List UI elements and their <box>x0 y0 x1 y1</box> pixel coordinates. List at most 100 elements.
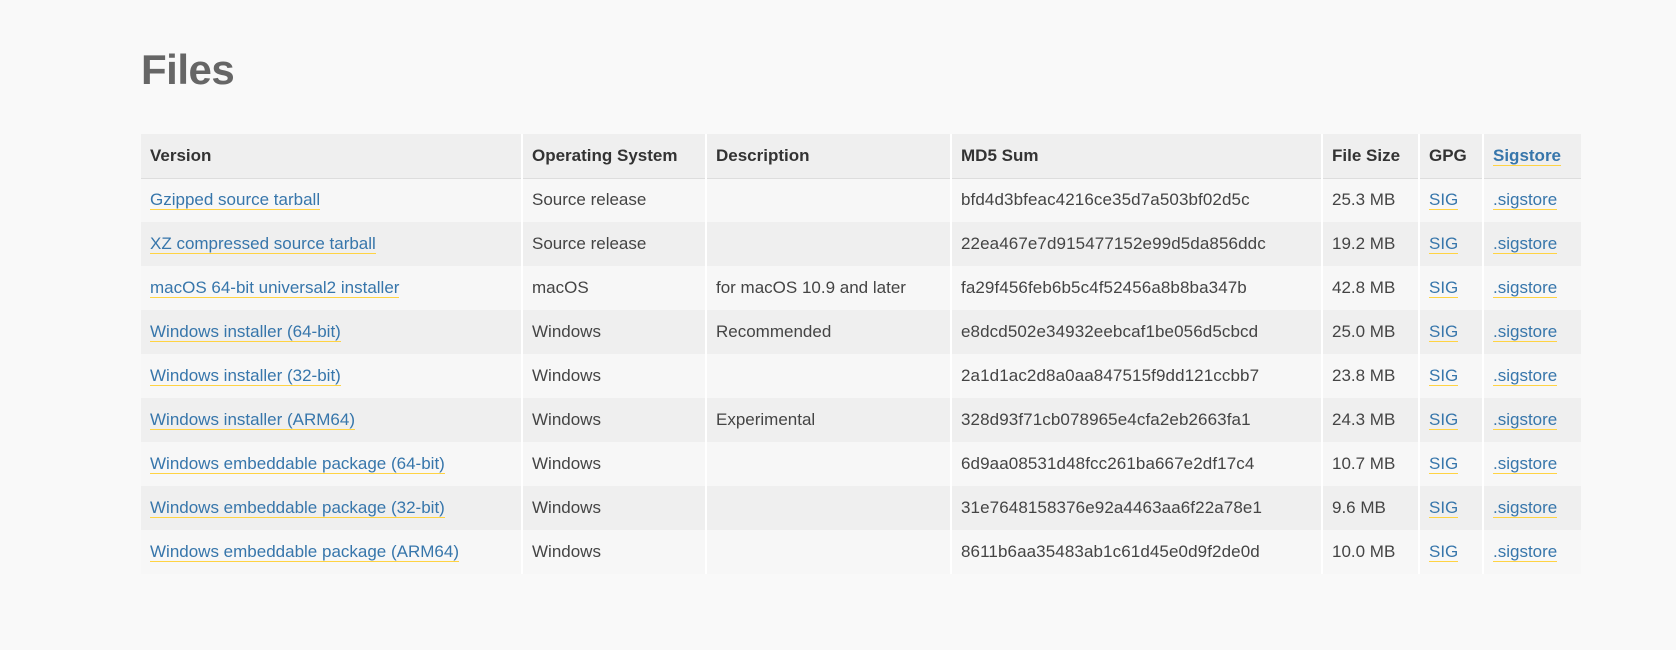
gpg-sig-cell: SIG <box>1419 442 1484 486</box>
file-size: 19.2 MB <box>1322 222 1420 266</box>
gpg-sig-cell: SIG <box>1419 530 1484 574</box>
gpg-sig-cell: SIG <box>1419 178 1484 222</box>
table-row: Windows embeddable package (64-bit) Windo… <box>141 442 1581 486</box>
gpg-sig-link[interactable]: SIG <box>1429 366 1459 386</box>
header-md5-sum: MD5 Sum <box>951 134 1323 179</box>
table-row: Windows installer (ARM64) Windows Experime… <box>141 398 1581 442</box>
gpg-sig-cell: SIG <box>1419 222 1484 266</box>
sigstore-link[interactable]: .sigstore <box>1493 234 1558 254</box>
description <box>706 486 952 530</box>
page-title: Files <box>141 46 235 93</box>
gpg-sig-link[interactable]: SIG <box>1429 410 1459 430</box>
file-size: 25.0 MB <box>1322 310 1420 354</box>
file-size: 10.0 MB <box>1322 530 1420 574</box>
version-windows-installer-arm64-cell: Windows installer (ARM64) <box>141 398 523 442</box>
description <box>706 178 952 222</box>
gpg-sig-link[interactable]: SIG <box>1429 498 1459 518</box>
md5-sum: bfd4d3bfeac4216ce35d7a503bf02d5c <box>951 178 1323 222</box>
sigstore-cell: .sigstore <box>1483 398 1581 442</box>
version-windows-embeddable-package-32-bit-link[interactable]: Windows embeddable package (32-bit) <box>150 498 445 518</box>
sigstore-cell: .sigstore <box>1483 354 1581 398</box>
version-windows-installer-64-bit-cell: Windows installer (64-bit) <box>141 310 523 354</box>
header-row: Version Operating System Description MD5… <box>141 134 1581 179</box>
version-windows-embeddable-package-64-bit-link[interactable]: Windows embeddable package (64-bit) <box>150 454 445 474</box>
gpg-sig-cell: SIG <box>1419 486 1484 530</box>
file-size: 24.3 MB <box>1322 398 1420 442</box>
md5-sum: 22ea467e7d915477152e99d5da856ddc <box>951 222 1323 266</box>
gpg-sig-link[interactable]: SIG <box>1429 190 1459 211</box>
sigstore-link[interactable]: .sigstore <box>1493 190 1558 211</box>
header-sigstore: Sigstore <box>1483 134 1581 179</box>
sigstore-cell: .sigstore <box>1483 310 1581 354</box>
header-file-size: File Size <box>1322 134 1420 179</box>
version-gzipped-source-tarball-cell: Gzipped source tarball <box>141 178 523 222</box>
sigstore-link[interactable]: .sigstore <box>1493 366 1558 386</box>
version-xz-compressed-source-tarball-cell: XZ compressed source tarball <box>141 222 523 266</box>
gpg-sig-link[interactable]: SIG <box>1429 278 1459 298</box>
sigstore-cell: .sigstore <box>1483 178 1581 222</box>
table-body: Gzipped source tarball Source release bfd4… <box>141 178 1581 574</box>
header-gpg: GPG <box>1419 134 1484 179</box>
sigstore-cell: .sigstore <box>1483 530 1581 574</box>
version-windows-embeddable-package-arm64-link[interactable]: Windows embeddable package (ARM64) <box>150 542 459 562</box>
header-operating-system: Operating System <box>522 134 707 179</box>
version-windows-embeddable-package-64-bit-cell: Windows embeddable package (64-bit) <box>141 442 523 486</box>
version-windows-installer-32-bit-cell: Windows installer (32-bit) <box>141 354 523 398</box>
file-size: 9.6 MB <box>1322 486 1420 530</box>
operating-system: Windows <box>522 310 707 354</box>
md5-sum: e8dcd502e34932eebcaf1be056d5cbcd <box>951 310 1323 354</box>
md5-sum: 31e7648158376e92a4463aa6f22a78e1 <box>951 486 1323 530</box>
version-macos-64-bit-universal2-installer-link[interactable]: macOS 64-bit universal2 installer <box>150 278 400 298</box>
gpg-sig-link[interactable]: SIG <box>1429 542 1459 562</box>
header-description: Description <box>706 134 952 179</box>
sigstore-link[interactable]: .sigstore <box>1493 410 1558 430</box>
table-row: XZ compressed source tarball Source relea… <box>141 222 1581 266</box>
table-row: macOS 64-bit universal2 installer macOS fo… <box>141 266 1581 310</box>
description: Experimental <box>706 398 952 442</box>
gpg-sig-link[interactable]: SIG <box>1429 234 1459 254</box>
md5-sum: 6d9aa08531d48fcc261ba667e2df17c4 <box>951 442 1323 486</box>
version-macos-64-bit-universal2-installer-cell: macOS 64-bit universal2 installer <box>141 266 523 310</box>
operating-system: Windows <box>522 398 707 442</box>
sigstore-link[interactable]: .sigstore <box>1493 454 1558 474</box>
gpg-sig-cell: SIG <box>1419 398 1484 442</box>
version-windows-installer-32-bit-link[interactable]: Windows installer (32-bit) <box>150 366 341 386</box>
description: Recommended <box>706 310 952 354</box>
sigstore-link[interactable]: .sigstore <box>1493 498 1558 518</box>
operating-system: Windows <box>522 486 707 530</box>
version-gzipped-source-tarball-link[interactable]: Gzipped source tarball <box>150 190 321 211</box>
md5-sum: 328d93f71cb078965e4cfa2eb2663fa1 <box>951 398 1323 442</box>
operating-system: Windows <box>522 530 707 574</box>
sigstore-link[interactable]: .sigstore <box>1493 278 1558 298</box>
sigstore-cell: .sigstore <box>1483 266 1581 310</box>
files-table: Version Operating System Description MD5… <box>141 134 1581 574</box>
sigstore-link[interactable]: .sigstore <box>1493 542 1558 562</box>
table-row: Windows embeddable package (ARM64) Window… <box>141 530 1581 574</box>
description: for macOS 10.9 and later <box>706 266 952 310</box>
md5-sum: fa29f456feb6b5c4f52456a8b8ba347b <box>951 266 1323 310</box>
gpg-sig-link[interactable]: SIG <box>1429 454 1459 474</box>
table-row: Windows installer (64-bit) Windows Recomme… <box>141 310 1581 354</box>
table-row: Windows installer (32-bit) Windows 2a1d1ac… <box>141 354 1581 398</box>
description <box>706 354 952 398</box>
description <box>706 530 952 574</box>
md5-sum: 2a1d1ac2d8a0aa847515f9dd121ccbb7 <box>951 354 1323 398</box>
version-xz-compressed-source-tarball-link[interactable]: XZ compressed source tarball <box>150 234 376 254</box>
sigstore-header-link[interactable]: Sigstore <box>1493 145 1562 166</box>
version-windows-installer-64-bit-link[interactable]: Windows installer (64-bit) <box>150 322 341 342</box>
table-row: Gzipped source tarball Source release bfd4… <box>141 178 1581 222</box>
file-size: 42.8 MB <box>1322 266 1420 310</box>
gpg-sig-cell: SIG <box>1419 266 1484 310</box>
gpg-sig-cell: SIG <box>1419 310 1484 354</box>
operating-system: Source release <box>522 178 707 222</box>
md5-sum: 8611b6aa35483ab1c61d45e0d9f2de0d <box>951 530 1323 574</box>
sigstore-cell: .sigstore <box>1483 486 1581 530</box>
table-header: Version Operating System Description MD5… <box>141 134 1581 179</box>
operating-system: macOS <box>522 266 707 310</box>
description <box>706 222 952 266</box>
description <box>706 442 952 486</box>
gpg-sig-link[interactable]: SIG <box>1429 322 1459 342</box>
sigstore-link[interactable]: .sigstore <box>1493 322 1558 342</box>
version-windows-installer-arm64-link[interactable]: Windows installer (ARM64) <box>150 410 355 430</box>
sigstore-cell: .sigstore <box>1483 442 1581 486</box>
